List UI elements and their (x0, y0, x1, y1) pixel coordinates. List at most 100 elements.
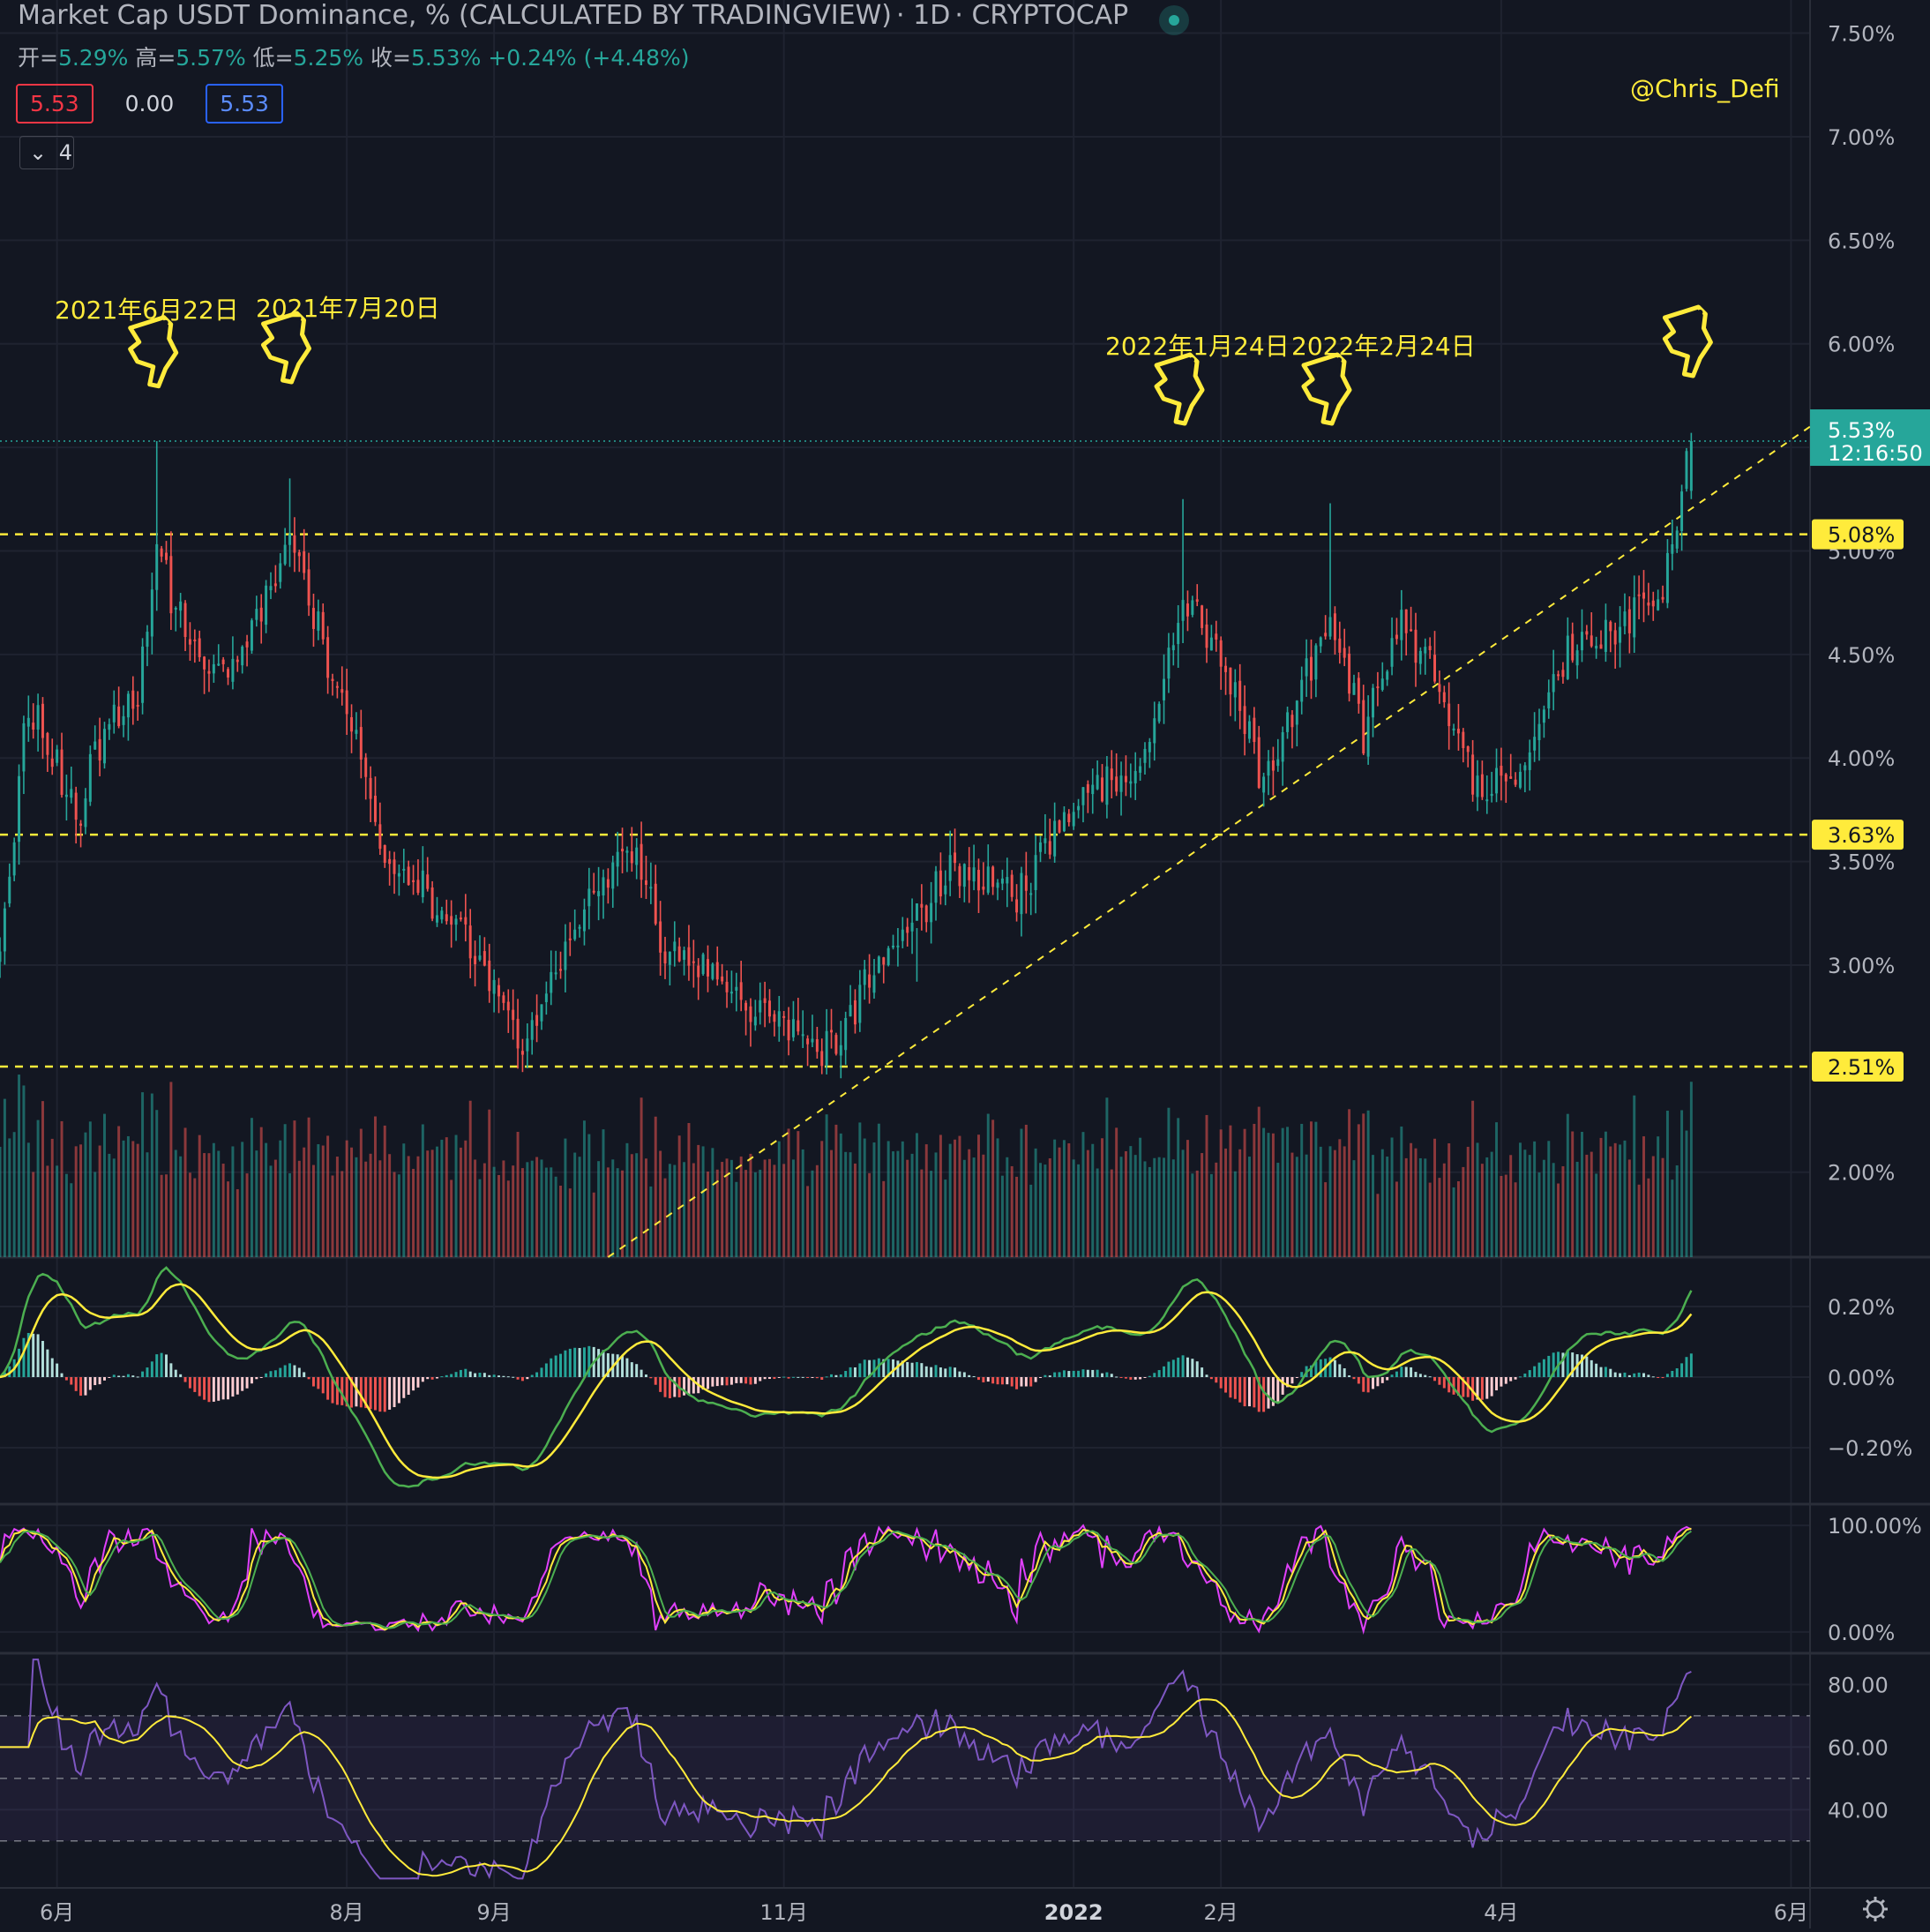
volume-bar (1509, 1155, 1513, 1257)
volume-bar (436, 1146, 438, 1257)
macd-histogram-bar (968, 1374, 971, 1377)
macd-histogram-bar (1599, 1367, 1603, 1377)
volume-bar (1067, 1143, 1071, 1257)
volume-bar (759, 1169, 762, 1257)
gear-icon[interactable] (1863, 1897, 1888, 1921)
volume-bar (1295, 1157, 1298, 1257)
pointing-hand-outline (1301, 352, 1352, 426)
macd-histogram-bar (445, 1374, 448, 1377)
candle-body (1286, 712, 1290, 732)
macd-histogram-bar (512, 1376, 515, 1378)
candle-body (1471, 754, 1475, 795)
candle-body (625, 850, 629, 853)
volume-bar (1224, 1148, 1228, 1257)
candle-body (1438, 684, 1441, 693)
macd-histogram-bar (454, 1372, 458, 1377)
sell-price-box[interactable]: 5.53 (16, 84, 94, 124)
candle-body (241, 646, 244, 666)
macd-histogram-bar (1077, 1370, 1081, 1377)
macd-histogram-bar (326, 1377, 330, 1400)
volume-bar (872, 1142, 876, 1257)
volume-bar (36, 1120, 40, 1257)
volume-bar (1086, 1149, 1089, 1257)
candle-body (1143, 748, 1147, 763)
candle-body (436, 915, 438, 923)
macd-histogram-bar (1195, 1361, 1199, 1377)
volume-bar (621, 1170, 625, 1257)
candle-body (1362, 700, 1365, 754)
macd-histogram-bar (74, 1377, 78, 1391)
close-value: 5.53% (410, 45, 482, 71)
candle-body (488, 960, 491, 992)
macd-histogram-bar (1333, 1359, 1336, 1377)
macd-histogram-bar (530, 1374, 534, 1377)
volume-bar (1157, 1157, 1161, 1257)
candle-body (303, 550, 306, 573)
volume-bar (1428, 1182, 1432, 1257)
macd-histogram-bar (1348, 1375, 1351, 1377)
volume-bar (1148, 1166, 1151, 1257)
volume-bar (825, 1114, 828, 1257)
macd-histogram-bar (183, 1377, 187, 1382)
candle-body (345, 690, 348, 715)
candle-body (482, 951, 486, 966)
macd-histogram-bar (1689, 1353, 1693, 1377)
macd-histogram-bar (359, 1377, 363, 1408)
volume-bar (1077, 1164, 1081, 1257)
volume-bar (1490, 1151, 1493, 1257)
macd-histogram-bar (673, 1377, 677, 1397)
volume-bar (94, 1172, 97, 1257)
volume-bar (265, 1142, 268, 1257)
candle-body (630, 851, 633, 864)
candle-body (1637, 594, 1641, 596)
candle-body (459, 917, 462, 920)
volume-bar (559, 1185, 563, 1257)
candle-body (744, 1002, 748, 1011)
candle-body (578, 926, 581, 929)
volume-bar (1380, 1149, 1384, 1257)
candle-body (198, 638, 201, 657)
macd-histogram-bar (1053, 1372, 1057, 1377)
volume-bar (369, 1153, 372, 1257)
macd-histogram-bar (640, 1369, 643, 1377)
volume-bar (1476, 1142, 1479, 1257)
interval-label[interactable]: 1D (913, 0, 950, 31)
macd-histogram-bar (269, 1371, 273, 1377)
indicators-toggle-button[interactable]: ⌄ 4 (19, 136, 74, 169)
volume-bar (1091, 1143, 1095, 1257)
volume-bar (1523, 1149, 1527, 1257)
candle-body (283, 544, 287, 565)
macd-histogram-bar (1058, 1372, 1061, 1377)
volume-bar (554, 1176, 557, 1257)
candle-body (388, 858, 392, 865)
macd-histogram-bar (1343, 1368, 1346, 1377)
volume-bar (126, 1135, 130, 1257)
volume-bar (1675, 1165, 1679, 1257)
volume-bar (236, 1189, 239, 1257)
macd-histogram-bar (288, 1363, 292, 1377)
macd-histogram-bar (402, 1377, 406, 1398)
volume-bar (450, 1179, 453, 1257)
gear-icon-tooth (1866, 1899, 1871, 1905)
macd-histogram-bar (1390, 1374, 1394, 1377)
macd-histogram-bar (146, 1367, 149, 1377)
candle-body (1276, 759, 1280, 767)
candle-body (1101, 777, 1103, 802)
volume-bar (512, 1165, 515, 1257)
stoch-axis-label: 0.00% (1828, 1621, 1895, 1645)
macd-histogram-bar (1086, 1369, 1089, 1377)
candle-body (1410, 629, 1413, 632)
candle-body (564, 941, 567, 970)
volume-bar (221, 1164, 225, 1257)
candle-body (1448, 703, 1451, 727)
candle-body (1547, 692, 1551, 708)
macd-histogram-bar (687, 1377, 691, 1396)
macd-histogram-bar (944, 1368, 947, 1377)
candle-body (41, 703, 44, 738)
macd-histogram-bar (212, 1377, 215, 1402)
volume-bar (602, 1129, 605, 1257)
volume-bar (830, 1149, 834, 1257)
volume-bar (1599, 1137, 1603, 1257)
volume-bar (1528, 1155, 1531, 1257)
buy-price-box[interactable]: 5.53 (206, 84, 283, 124)
